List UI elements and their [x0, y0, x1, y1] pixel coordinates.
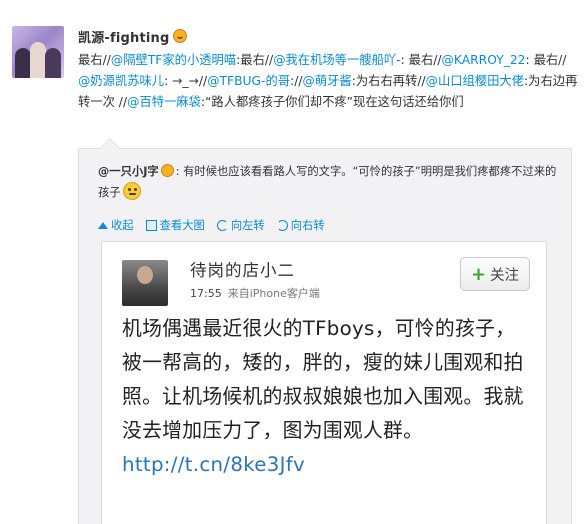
post-main: 凯源-fighting 最右//@隔壁TF家的小透明喵:最右//@我在机场等一艘… — [78, 26, 578, 113]
rotate-right-button[interactable]: 向右转 — [276, 217, 325, 233]
mention-link[interactable]: @百特一麻袋 — [127, 95, 201, 109]
crown-icon — [160, 164, 174, 177]
user-avatar[interactable] — [12, 26, 64, 78]
screenshot-body-text: 机场偶遇最近很火的TFboys，可怜的孩子，被一帮高的，矮的，胖的，瘦的妹儿围观… — [122, 317, 524, 442]
screenshot-url: http://t.cn/8ke3Jfv — [122, 453, 306, 476]
screenshot-body: 机场偶遇最近很火的TFboys，可怜的孩子，被一帮高的，矮的，胖的，瘦的妹儿围观… — [122, 312, 532, 482]
post-text: 最右//@隔壁TF家的小透明喵:最右//@我在机场等一艘船吖-: 最右//@KA… — [78, 50, 578, 113]
username-row: 凯源-fighting — [78, 26, 578, 46]
mention-link[interactable]: @TFBUG-的哥 — [207, 74, 290, 88]
collapse-button[interactable]: 收起 — [98, 217, 134, 233]
rotate-left-label: 向左转 — [230, 219, 265, 232]
screenshot-username: 待岗的店小二 — [190, 261, 295, 280]
smile-icon — [122, 182, 141, 200]
post-text-segment: 最右// — [78, 53, 111, 67]
avatar-figure — [15, 48, 31, 78]
view-large-button[interactable]: 查看大图 — [145, 217, 205, 233]
mention-link[interactable]: @山口组樱田大佬 — [426, 74, 524, 88]
attached-image[interactable]: 待岗的店小二 17:55 来自iPhone客户端 + 关注 机场偶遇最近很火的TF… — [101, 241, 547, 524]
follow-button: + 关注 — [460, 257, 530, 291]
rotate-right-label: 向右转 — [290, 219, 325, 232]
post-text-segment: :// — [290, 74, 303, 88]
forwarded-post: @一只小J字: 有时候也应该看看路人写的文字。“可怜的孩子”明明是我们疼都疼不过… — [78, 138, 572, 524]
view-large-label: 查看大图 — [159, 219, 205, 232]
follow-label: 关注 — [490, 267, 520, 284]
mention-link[interactable]: @隔壁TF家的小透明喵 — [111, 53, 236, 67]
collapse-label: 收起 — [111, 219, 134, 232]
post-text-segment: : 最右// — [400, 53, 442, 67]
avatar-figure — [30, 42, 46, 78]
username-link[interactable]: 凯源-fighting — [78, 27, 170, 46]
screenshot-meta: 17:55 来自iPhone客户端 — [190, 285, 320, 301]
post-text-segment: :为右右再转// — [351, 74, 426, 88]
mention-link[interactable]: @我在机场等一艘船吖- — [273, 53, 400, 67]
crown-icon — [172, 29, 187, 43]
collapse-icon — [98, 222, 108, 229]
forward-username-link[interactable]: @一只小J字 — [98, 165, 159, 178]
screenshot-time: 17:55 — [190, 287, 222, 300]
zoom-icon — [145, 219, 157, 231]
post-text-segment: : 最右// — [525, 53, 567, 67]
mention-link[interactable]: @奶源凯苏味儿 — [78, 74, 164, 88]
post-text-segment: :“路人都疼孩子你们却不疼”现在这句话还给你们 — [200, 95, 464, 109]
image-actions: 收起 查看大图 向左转 向右转 — [98, 217, 325, 233]
forward-text: @一只小J字: 有时候也应该看看路人写的文字。“可怜的孩子”明明是我们疼都疼不过… — [98, 161, 558, 203]
plus-icon: + — [470, 263, 487, 285]
forward-pointer — [100, 138, 120, 158]
avatar-figure — [45, 48, 61, 78]
mention-link[interactable]: @KARROY_22 — [442, 53, 526, 67]
mention-link[interactable]: @萌牙酱 — [303, 74, 352, 88]
rotate-left-button[interactable]: 向左转 — [216, 217, 265, 233]
post-text-segment: : →_→// — [164, 74, 208, 88]
screenshot-source: 来自iPhone客户端 — [227, 287, 320, 300]
rotate-right-icon — [276, 219, 288, 231]
post-text-segment: :最右// — [236, 53, 274, 67]
rotate-left-icon — [216, 219, 228, 231]
screenshot-avatar — [122, 260, 168, 306]
